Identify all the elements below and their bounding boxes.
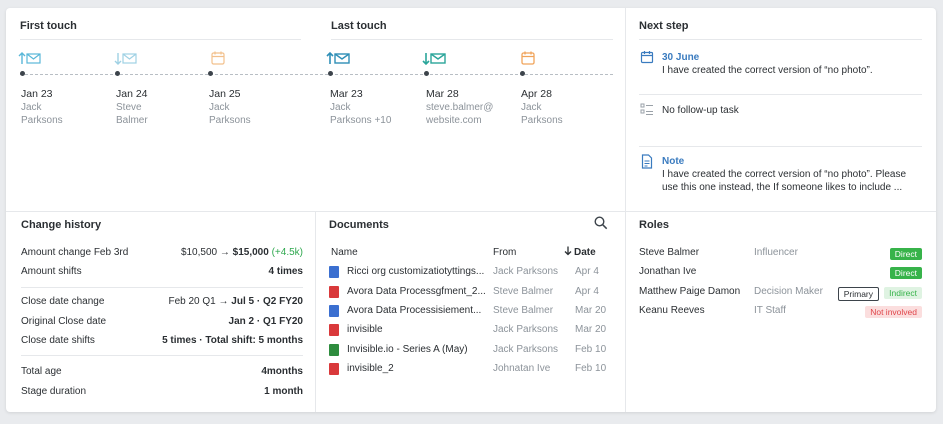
touch-date: Jan 24 bbox=[116, 88, 148, 100]
pdf-file-icon bbox=[329, 324, 339, 336]
touch-person: Jack Parksons bbox=[521, 102, 563, 126]
document-row[interactable]: invisible_2 Johnatan Ive Feb 10 bbox=[329, 363, 609, 377]
document-row[interactable]: Ricci org customizatiotyttings... Jack Pa… bbox=[329, 266, 609, 280]
document-row[interactable]: Invisible.io - Series A (May) Jack Parkso… bbox=[329, 344, 609, 358]
note-icon bbox=[640, 154, 654, 172]
word-file-icon bbox=[329, 266, 339, 278]
touch-person: Jack Parksons bbox=[21, 102, 63, 126]
calendar-icon bbox=[640, 50, 654, 67]
role-row[interactable]: Keanu Reeves IT Staff Not involved bbox=[639, 305, 922, 319]
follow-up-task-text[interactable]: No follow-up task bbox=[662, 104, 739, 117]
direct-badge: Direct bbox=[889, 267, 922, 279]
history-row: Amount change Feb 3rd $10,500 → $15,000 … bbox=[21, 247, 303, 258]
checklist-icon bbox=[640, 102, 654, 119]
divider bbox=[639, 94, 922, 95]
section-underline bbox=[331, 39, 613, 40]
timeline-point bbox=[115, 71, 120, 76]
note-label: Note bbox=[662, 156, 685, 167]
column-header-from[interactable]: From bbox=[493, 247, 516, 258]
touch-date: Jan 25 bbox=[209, 88, 241, 100]
touch-date: Apr 28 bbox=[521, 88, 552, 100]
document-row[interactable]: invisible Jack Parksons Mar 20 bbox=[329, 324, 609, 338]
timeline-point bbox=[208, 71, 213, 76]
timeline-point bbox=[520, 71, 525, 76]
history-row: Close date change Feb 20 Q1 → Jul 5 · Q2… bbox=[21, 296, 303, 307]
change-history-title: Change history bbox=[21, 219, 102, 231]
column-header-name[interactable]: Name bbox=[331, 247, 358, 258]
first-touch-title: First touch bbox=[20, 20, 77, 32]
note-text: I have created the correct version of “n… bbox=[662, 169, 907, 193]
touch-person: Steve Balmer bbox=[116, 102, 148, 126]
history-row: Amount shifts 4 times bbox=[21, 266, 303, 277]
not-involved-badge: Not involved bbox=[865, 306, 922, 318]
document-row[interactable]: Avora Data Processgfment_2... Steve Balme… bbox=[329, 286, 609, 300]
divider bbox=[21, 287, 303, 288]
email-received-icon[interactable] bbox=[18, 48, 42, 68]
email-sent-icon[interactable] bbox=[114, 48, 138, 68]
email-sent-icon[interactable] bbox=[422, 48, 448, 68]
section-underline bbox=[20, 39, 301, 40]
divider bbox=[625, 8, 626, 412]
email-received-icon[interactable] bbox=[326, 48, 352, 68]
timeline-point bbox=[424, 71, 429, 76]
divider bbox=[21, 355, 303, 356]
role-row[interactable]: Steve Balmer Influencer Direct bbox=[639, 247, 922, 261]
divider bbox=[639, 146, 922, 147]
documents-title: Documents bbox=[329, 219, 389, 231]
indirect-badge: Indirect bbox=[884, 287, 922, 299]
document-row[interactable]: Avora Data Processisiement... Steve Balme… bbox=[329, 305, 609, 319]
history-row: Close date shifts 5 times · Total shift: … bbox=[21, 335, 303, 346]
word-file-icon bbox=[329, 305, 339, 317]
pdf-file-icon bbox=[329, 363, 339, 375]
touch-person: Jack Parksons +10 bbox=[330, 102, 392, 126]
next-meeting-text: I have created the correct version of “n… bbox=[662, 65, 873, 76]
last-touch-title: Last touch bbox=[331, 20, 387, 32]
history-row: Total age 4months bbox=[21, 366, 303, 377]
search-icon[interactable] bbox=[594, 216, 608, 233]
touch-person: steve.balmer@ website.com bbox=[426, 102, 494, 126]
history-row: Stage duration 1 month bbox=[21, 386, 303, 397]
touch-date: Mar 28 bbox=[426, 88, 459, 100]
touch-date: Jan 23 bbox=[21, 88, 53, 100]
column-header-date[interactable]: Date bbox=[564, 246, 596, 259]
divider bbox=[315, 211, 316, 412]
next-meeting-date[interactable]: 30 June bbox=[662, 52, 699, 63]
role-row[interactable]: Jonathan Ive Direct bbox=[639, 266, 922, 280]
excel-file-icon bbox=[329, 344, 339, 356]
calendar-icon[interactable] bbox=[520, 48, 536, 68]
primary-badge: Primary bbox=[837, 287, 879, 301]
touch-date: Mar 23 bbox=[330, 88, 363, 100]
pdf-file-icon bbox=[329, 286, 339, 298]
history-row: Original Close date Jan 2 · Q1 FY20 bbox=[21, 316, 303, 327]
next-step-title: Next step bbox=[639, 20, 689, 32]
calendar-icon[interactable] bbox=[210, 48, 226, 68]
timeline-point bbox=[20, 71, 25, 76]
deal-overview-card: First touch Last touch Jan 23 Jack Parkso… bbox=[6, 8, 936, 412]
touch-person: Jack Parksons bbox=[209, 102, 251, 126]
divider bbox=[6, 211, 936, 212]
sort-down-icon bbox=[564, 246, 572, 259]
roles-title: Roles bbox=[639, 219, 669, 231]
direct-badge: Direct bbox=[889, 248, 922, 260]
section-underline bbox=[639, 39, 922, 40]
role-row[interactable]: Matthew Paige Damon Decision Maker Primar… bbox=[639, 286, 922, 301]
timeline-point bbox=[328, 71, 333, 76]
